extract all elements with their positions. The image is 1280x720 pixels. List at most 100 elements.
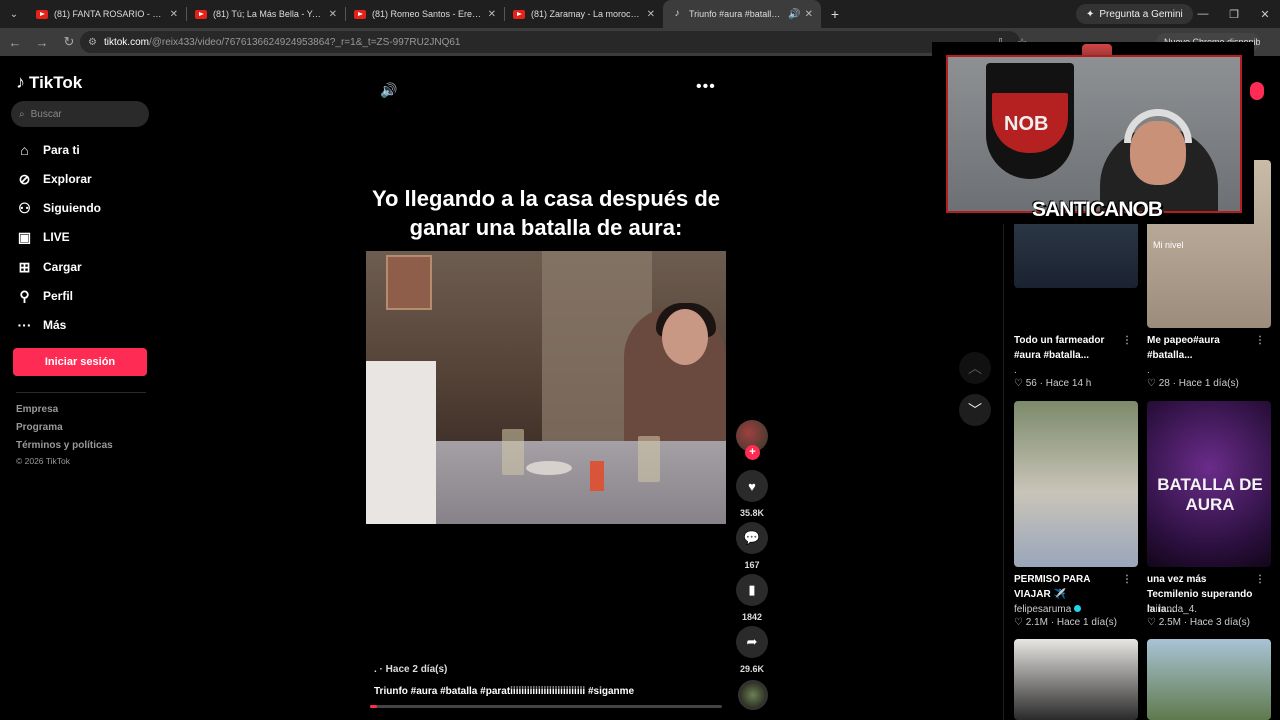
tab-label: (81) Zaramay - La morocha es C [531,9,643,19]
card-time: Hace 14 h [1045,378,1092,389]
music-disc-icon[interactable] [738,680,768,710]
verified-icon [1074,605,1082,612]
kebab-icon[interactable]: ⋮ [1122,572,1132,587]
sidebar-item-label: Para ti [43,143,80,157]
thumbnail-overlay-text: BATALLA DE AURA [1157,475,1263,514]
browser-tab-active[interactable]: ♪ Triunfo #aura #batalla #par 🔊 ✕ [663,0,821,28]
new-tab-button[interactable]: + [821,6,849,22]
sidebar-item-label: Cargar [43,260,82,274]
card-title[interactable]: Todo un farmeador #aura #batalla... ⋮ [1014,333,1132,363]
scene-woman-head [662,309,708,365]
window-close-icon[interactable]: ✕ [1250,0,1280,28]
footer-link[interactable]: Empresa [16,404,58,415]
seek-bar[interactable] [370,705,722,708]
video-meta: . · Hace 2 día(s) [374,664,448,675]
url-path: /@reix433/video/7676136624924953864?_r=1… [148,36,461,48]
close-icon[interactable]: ✕ [329,9,337,20]
tiktok-icon: ♪ [674,8,680,19]
sidebar-item-explorar[interactable]: ⊘ Explorar [16,169,92,189]
comment-icon[interactable]: 💬 [736,522,768,554]
url-input[interactable]: ⚙ tiktok.com/@reix433/video/767613662492… [80,31,1020,53]
kebab-icon[interactable]: ⋮ [1122,333,1132,348]
tiktok-logo[interactable]: ♪ TikTok [16,72,82,93]
forward-icon[interactable]: → [30,35,54,50]
sidebar-item-para-ti[interactable]: ⌂ Para ti [16,140,80,160]
sidebar-item-label: Perfil [43,289,74,303]
restore-icon[interactable]: ❐ [1219,0,1249,28]
card-author-name: felipesaruma [1014,604,1072,615]
close-icon[interactable]: ✕ [647,9,655,20]
like-action: ♥ 35.8K [736,470,768,518]
close-icon[interactable]: ✕ [805,9,813,20]
heart-outline-icon: ♡ [1147,617,1156,628]
card-title[interactable]: PERMISO PARA VIAJAR ✈️ ⋮ [1014,572,1132,602]
follow-plus-icon[interactable]: + [745,445,760,460]
card-title[interactable]: Me papeo#aura #batalla... ⋮ [1147,333,1265,363]
gemini-button[interactable]: ✦ Pregunta a Gemini [1076,4,1193,24]
login-button[interactable]: Iniciar sesión [13,348,147,376]
following-icon: ⚇ [18,199,31,216]
video-thumbnail[interactable] [1147,639,1271,720]
card-title-text: Todo un farmeador #aura #batalla... [1014,335,1105,361]
video-description[interactable]: Triunfo #aura #batalla #paratiiiiiiiiiii… [374,686,634,697]
card-author[interactable]: . [1014,365,1017,376]
comment-count: 167 [744,560,760,570]
card-likes: 28 [1158,378,1170,389]
card-stats: ♡ 2.1M · Hace 1 día(s) [1014,617,1117,628]
url-host: tiktok.com [103,36,149,48]
volume-icon[interactable]: 🔊 [380,82,397,99]
sidebar-item-siguiendo[interactable]: ⚇ Siguiendo [16,198,101,218]
sidebar-item-live[interactable]: ▣ LIVE [16,227,70,247]
card-author[interactable]: miranda_4. [1147,604,1197,615]
scene-man [366,361,436,524]
next-video-button[interactable]: ﹀ [959,394,991,426]
card-author[interactable]: felipesaruma [1014,604,1082,615]
browser-tab[interactable]: (81) FANTA ROSARIO - SI ME HA ✕ [28,0,186,28]
sidebar-item-mas[interactable]: ··· Más [16,315,67,335]
speaker-icon[interactable]: 🔊 [788,9,800,20]
browser-tab[interactable]: (81) Romeo Santos - Eres Mía ( ✕ [346,0,504,28]
browser-tab[interactable]: (81) Zaramay - La morocha es C ✕ [505,0,663,28]
kebab-icon[interactable]: ⋮ [1255,572,1265,587]
footer-link[interactable]: Términos y políticas [16,440,113,451]
bookmark-icon[interactable]: ▮ [736,574,768,606]
video-thumbnail[interactable] [1014,401,1138,567]
kebab-icon[interactable]: ⋮ [1255,333,1265,348]
back-icon[interactable]: ← [3,35,27,50]
more-icon: ··· [17,317,32,333]
card-author[interactable]: . [1147,365,1150,376]
video-thumbnail[interactable] [1014,639,1138,720]
video-thumbnail[interactable]: BATALLA DE AURA [1147,401,1271,567]
reload-icon[interactable]: ↻ [57,34,81,50]
close-icon[interactable]: ✕ [488,9,496,20]
previous-video-button[interactable]: ︿ [959,352,991,384]
sidebar-item-cargar[interactable]: ⊞ Cargar [16,257,82,277]
card-title-text: PERMISO PARA VIAJAR ✈️ [1014,574,1091,600]
heart-outline-icon: ♡ [1014,378,1023,389]
search-input[interactable]: ⌕ Buscar [11,101,149,127]
card-likes: 2.5M [1158,617,1181,628]
scene-picture [386,255,432,310]
gemini-label: Pregunta a Gemini [1099,8,1183,20]
close-icon[interactable]: ✕ [170,9,178,20]
video-caption: Yo llegando a la casa después de ganar u… [371,186,721,240]
save-count: 1842 [741,612,763,622]
divider [16,392,146,393]
share-icon[interactable]: ➦ [736,626,768,658]
heart-icon[interactable]: ♥ [736,470,768,502]
card-stats: ♡ 56 · Hace 14 h [1014,378,1092,389]
footer-link[interactable]: Programa [16,422,63,433]
card-likes: 56 [1025,378,1037,389]
card-title-text: Me papeo#aura #batalla... [1147,335,1220,361]
sidebar-item-perfil[interactable]: ⚲ Perfil [16,286,73,306]
upload-icon: ⊞ [18,258,31,275]
minimize-icon[interactable]: — [1188,0,1218,28]
more-options-icon[interactable]: ••• [696,78,716,96]
tab-search-icon[interactable]: ⌄ [0,0,28,28]
search-icon: ⌕ [19,108,25,120]
comment-action: 💬 167 [736,522,768,570]
thumbnail-overlay-text: Mi nivel [1153,240,1184,250]
browser-tab[interactable]: (81) Tú; La Más Bella - YouTube ✕ [187,0,345,28]
video-frame[interactable] [366,251,726,524]
site-info-icon[interactable]: ⚙ [88,37,97,48]
